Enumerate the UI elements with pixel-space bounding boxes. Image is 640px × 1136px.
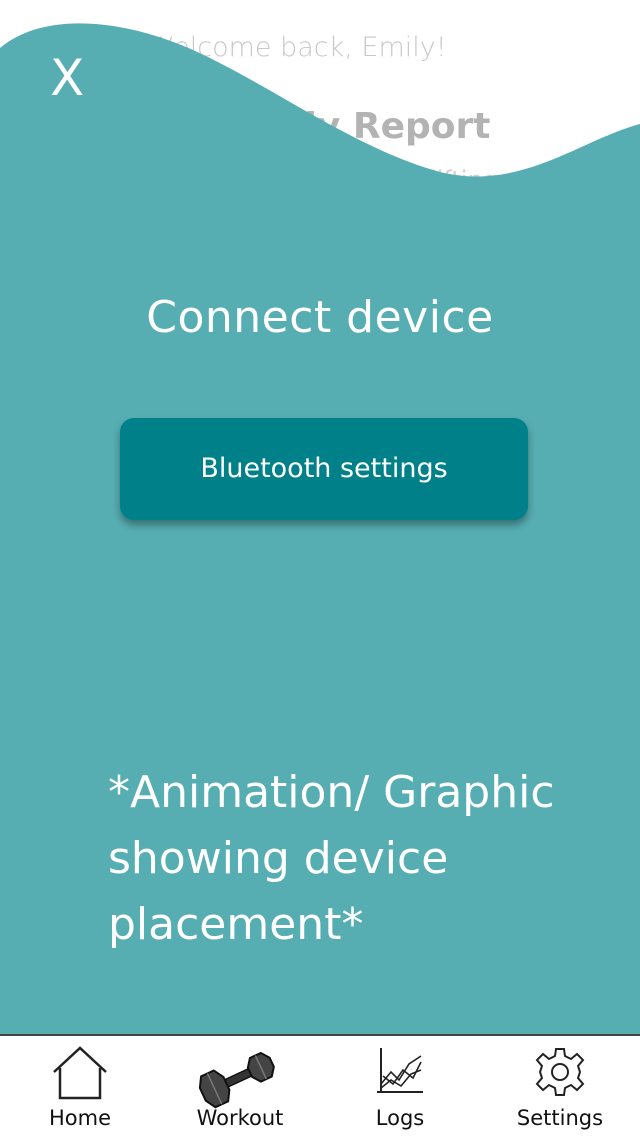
connect-device-modal: X Connect device Bluetooth settings *Ani… <box>0 0 640 1034</box>
tab-workout[interactable]: Workout <box>160 1036 320 1136</box>
device-placement-placeholder: *Animation/ Graphic showing device place… <box>108 767 555 950</box>
tab-workout-label: Workout <box>196 1106 284 1130</box>
tab-settings[interactable]: Settings <box>480 1036 640 1136</box>
house-icon <box>0 1044 160 1108</box>
bluetooth-settings-button[interactable]: Bluetooth settings <box>120 418 528 520</box>
tab-settings-label: Settings <box>516 1106 604 1130</box>
gear-icon <box>480 1044 640 1108</box>
tab-logs[interactable]: Logs <box>320 1036 480 1136</box>
tab-home[interactable]: Home <box>0 1036 160 1136</box>
tab-logs-label: Logs <box>375 1106 425 1130</box>
modal-title: Connect device <box>146 292 494 343</box>
tab-home-label: Home <box>48 1106 111 1130</box>
dumbbell-icon <box>160 1044 320 1109</box>
close-button[interactable]: X <box>50 50 90 106</box>
line-chart-icon <box>320 1044 480 1108</box>
bottom-tab-bar: Home Workout Logs Settings <box>0 1034 640 1136</box>
